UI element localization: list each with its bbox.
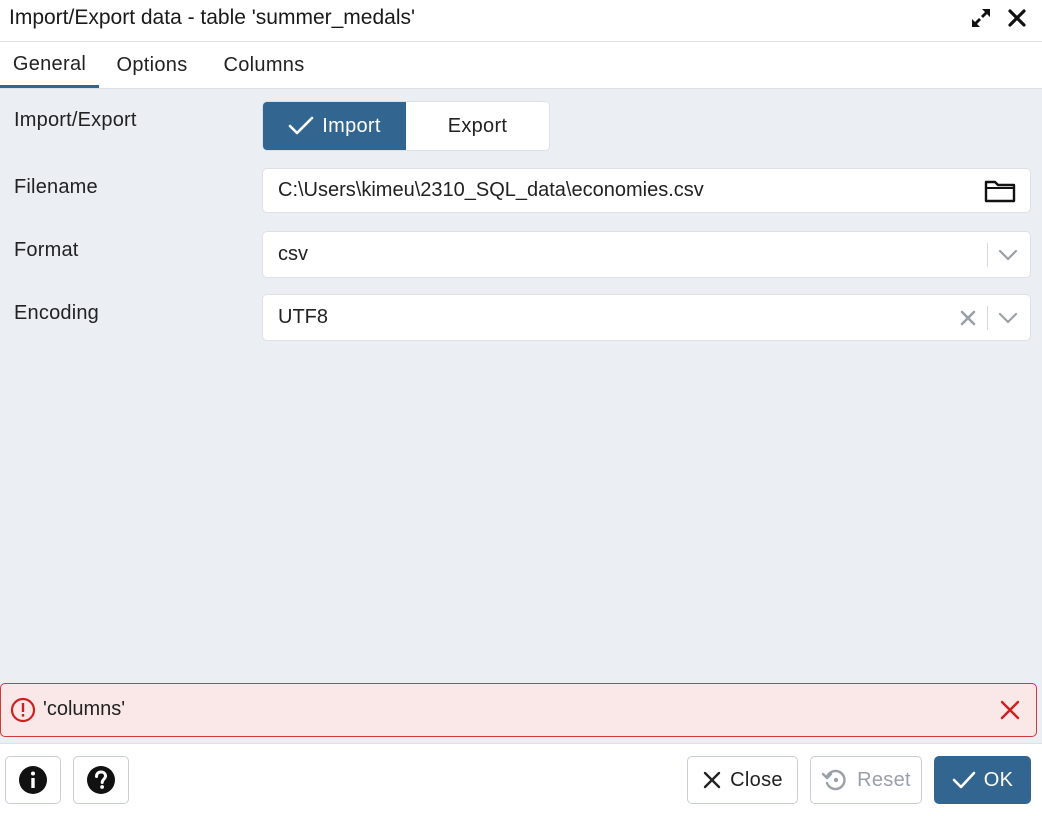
help-icon [87,766,115,794]
filename-label: Filename [14,176,98,198]
close-button[interactable]: Close [687,756,798,804]
format-label: Format [14,239,79,261]
format-select[interactable]: csv [262,231,1031,278]
dismiss-error-icon[interactable] [1000,700,1020,720]
encoding-label: Encoding [14,302,99,324]
expand-icon[interactable] [968,5,994,31]
close-icon[interactable] [1004,5,1030,31]
check-icon [952,771,976,789]
filename-value: C:\Users\kimeu\2310_SQL_data\economies.c… [278,179,704,201]
ok-button[interactable]: OK [934,756,1031,804]
filename-input[interactable]: C:\Users\kimeu\2310_SQL_data\economies.c… [262,168,1031,213]
reset-button-label: Reset [857,768,911,791]
encoding-select[interactable]: UTF8 [262,294,1031,341]
encoding-value: UTF8 [278,306,328,328]
info-icon [19,766,47,794]
tab-general[interactable]: General [0,43,99,88]
reset-button[interactable]: Reset [810,756,922,804]
info-button[interactable] [5,756,61,804]
tab-columns[interactable]: Columns [210,43,318,88]
dialog-footer: Close Reset OK [0,743,1042,816]
close-icon [703,771,721,789]
tab-bar: General Options Columns [0,43,1042,89]
import-export-label: Import/Export [14,109,137,131]
select-separator [987,242,988,267]
dialog-title: Import/Export data - table 'summer_medal… [9,6,416,29]
general-panel: Import/Export Import Export Filename C:\… [0,89,1042,743]
folder-icon[interactable] [984,178,1016,204]
help-button[interactable] [73,756,129,804]
error-alert: 'columns' [0,683,1037,737]
error-message: 'columns' [43,698,126,720]
export-option-button[interactable]: Export [406,102,549,150]
import-export-toggle: Import Export [262,101,550,151]
tab-options[interactable]: Options [102,43,202,88]
chevron-down-icon[interactable] [998,311,1018,325]
select-separator [987,305,988,330]
close-button-label: Close [730,768,783,791]
error-circle-icon [10,697,36,723]
clear-icon[interactable] [959,309,977,327]
format-value: csv [278,243,308,265]
import-option-label: Import [322,114,381,137]
ok-button-label: OK [983,768,1014,791]
chevron-down-icon[interactable] [998,248,1018,262]
export-option-label: Export [447,114,508,137]
dialog-titlebar: Import/Export data - table 'summer_medal… [0,0,1042,42]
import-option-button[interactable]: Import [263,102,406,150]
reset-icon [821,769,846,791]
title-actions [968,5,1030,31]
check-icon [288,116,314,135]
